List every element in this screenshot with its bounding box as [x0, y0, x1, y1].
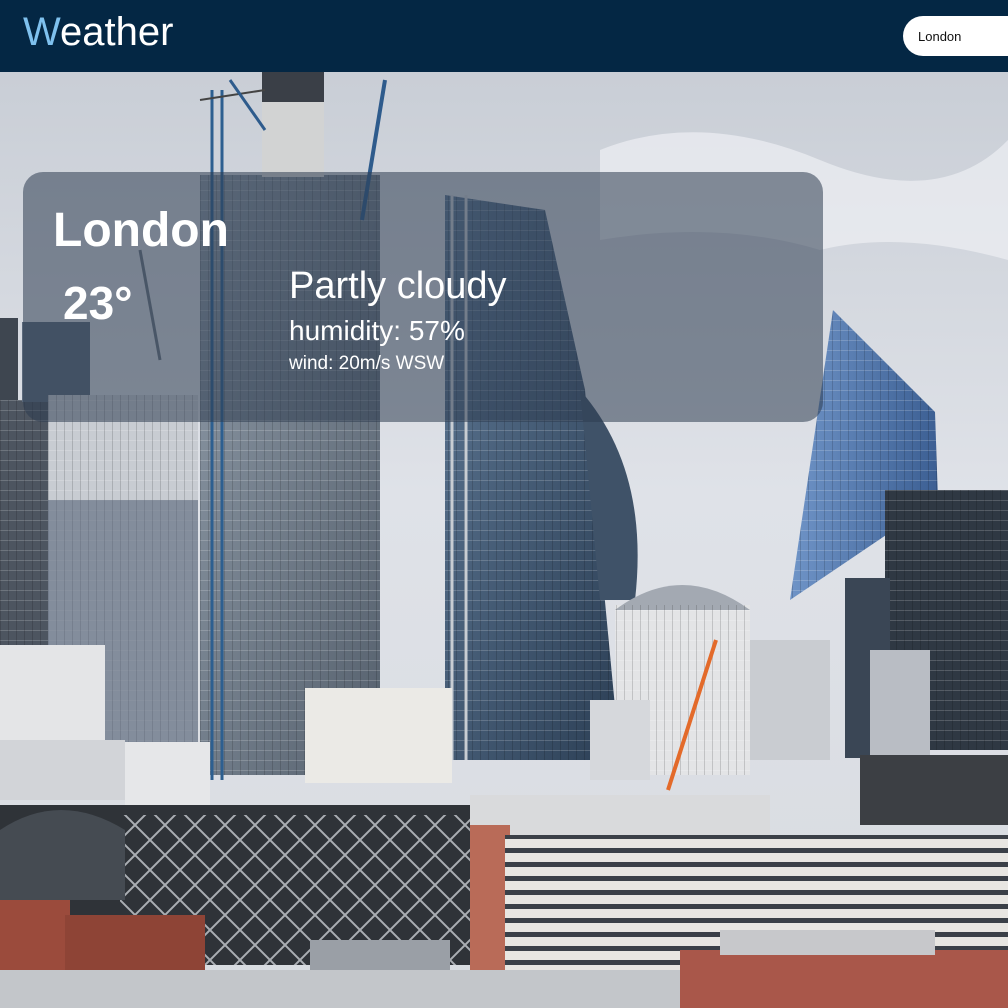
weather-card: London 23° Partly cloudy humidity: 57% w… [23, 172, 823, 422]
app-logo: Weather [23, 9, 173, 55]
humidity-reading: humidity: 57% [289, 315, 465, 346]
wind-reading: wind: 20m/s WSW [289, 353, 445, 374]
logo-text: eather [60, 10, 174, 54]
logo-initial: W [23, 10, 61, 54]
temperature: 23° [63, 277, 133, 329]
city-search-input[interactable] [903, 16, 1008, 56]
weather-condition: Partly cloudy [289, 265, 507, 307]
weather-app: Weather London London 23° Partly cloudy … [0, 0, 1008, 1008]
top-bar: Weather [0, 0, 1008, 72]
city-name: London [53, 204, 229, 257]
